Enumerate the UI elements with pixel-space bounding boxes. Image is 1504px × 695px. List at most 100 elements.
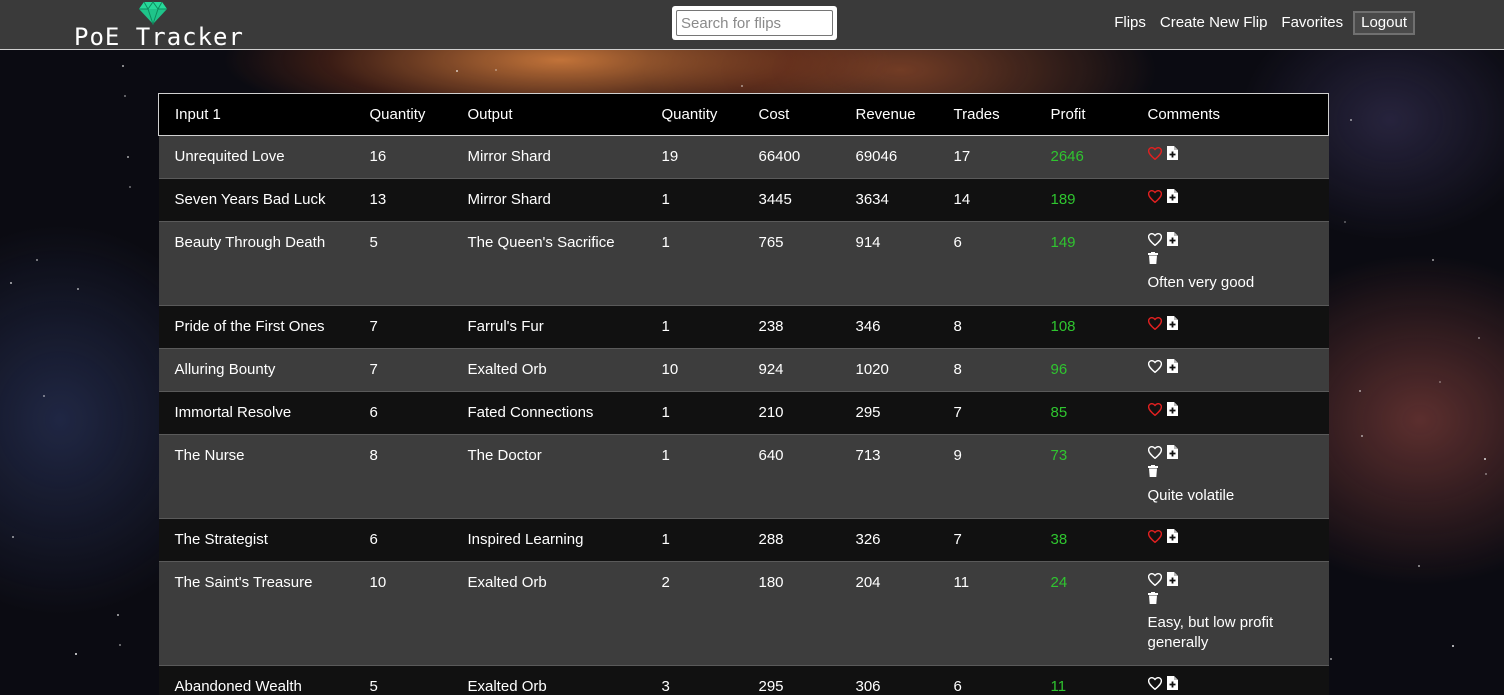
heart-outline-icon[interactable] <box>1147 359 1162 373</box>
cell-profit: 73 <box>1034 434 1132 519</box>
cell-output-quantity: 10 <box>645 348 743 392</box>
heart-outline-icon[interactable] <box>1147 572 1162 586</box>
cell-trades: 17 <box>937 135 1035 179</box>
main-nav: Flips Create New Flip Favorites Logout <box>1107 11 1415 35</box>
cell-cost: 66400 <box>742 135 840 179</box>
cell-input-quantity: 6 <box>353 391 452 435</box>
nav-flips-link[interactable]: Flips <box>1107 11 1153 35</box>
heart-filled-icon[interactable] <box>1147 316 1162 330</box>
cell-comments: Easy, but low profit generally <box>1131 561 1329 666</box>
trash-icon[interactable] <box>1147 464 1313 482</box>
cell-profit: 11 <box>1034 665 1132 695</box>
star <box>117 614 119 616</box>
star <box>1330 658 1332 660</box>
add-comment-icon[interactable] <box>1166 316 1178 330</box>
add-comment-icon[interactable] <box>1166 676 1178 690</box>
cell-output: The Queen's Sacrifice <box>451 221 646 306</box>
column-header-output-quantity[interactable]: Quantity <box>645 93 743 136</box>
cell-cost: 210 <box>742 391 840 435</box>
search-box <box>672 6 837 40</box>
star <box>1344 221 1346 223</box>
cell-output-quantity: 1 <box>645 391 743 435</box>
star <box>741 85 743 87</box>
star <box>10 282 12 284</box>
column-header-input-quantity[interactable]: Quantity <box>353 93 452 136</box>
cell-output: Exalted Orb <box>451 665 646 695</box>
cell-trades: 11 <box>937 561 1035 666</box>
cell-cost: 3445 <box>742 178 840 222</box>
trash-icon[interactable] <box>1147 591 1313 609</box>
trash-icon[interactable] <box>1147 251 1313 269</box>
column-header-comments[interactable]: Comments <box>1131 93 1329 136</box>
heart-filled-icon[interactable] <box>1147 189 1162 203</box>
column-header-output[interactable]: Output <box>451 93 646 136</box>
cell-cost: 238 <box>742 305 840 349</box>
table-body: Unrequited Love 16 Mirror Shard 19 66400 6904… <box>158 135 1329 695</box>
add-comment-icon[interactable] <box>1166 232 1178 246</box>
column-header-input[interactable]: Input 1 <box>158 93 354 136</box>
table-row: The Strategist 6 Inspired Learning 1 288 326 7… <box>158 518 1329 562</box>
add-comment-icon[interactable] <box>1166 445 1178 459</box>
table-row: The Nurse 8 The Doctor 1 640 713 9 73 Quite vola… <box>158 434 1329 519</box>
heart-outline-icon[interactable] <box>1147 232 1162 246</box>
add-comment-icon[interactable] <box>1166 529 1178 543</box>
add-comment-icon[interactable] <box>1166 572 1178 586</box>
comment-text: Quite volatile <box>1147 487 1235 504</box>
add-comment-icon[interactable] <box>1166 146 1178 160</box>
cell-input: Immortal Resolve <box>158 391 354 435</box>
column-header-trades[interactable]: Trades <box>937 93 1035 136</box>
heart-filled-icon[interactable] <box>1147 146 1162 160</box>
cell-input: Unrequited Love <box>158 135 354 179</box>
cell-output-quantity: 1 <box>645 518 743 562</box>
table-row: Immortal Resolve 6 Fated Connections 1 210 29… <box>158 391 1329 435</box>
cell-profit: 2646 <box>1034 135 1132 179</box>
cell-comments <box>1131 135 1329 179</box>
row-actions <box>1147 528 1313 544</box>
column-header-profit[interactable]: Profit <box>1034 93 1132 136</box>
heart-outline-icon[interactable] <box>1147 676 1162 690</box>
star <box>1418 565 1420 567</box>
cell-trades: 7 <box>937 518 1035 562</box>
nav-create-flip-link[interactable]: Create New Flip <box>1153 11 1275 35</box>
top-navbar: PoE Tracker Flips Create New Flip Favori… <box>0 0 1504 50</box>
cell-input-quantity: 8 <box>353 434 452 519</box>
cell-output: Mirror Shard <box>451 135 646 179</box>
add-comment-icon[interactable] <box>1166 402 1178 416</box>
star <box>1432 259 1434 261</box>
logout-button[interactable]: Logout <box>1353 11 1415 35</box>
cell-revenue: 3634 <box>839 178 938 222</box>
cell-profit: 24 <box>1034 561 1132 666</box>
column-header-revenue[interactable]: Revenue <box>839 93 938 136</box>
star <box>1485 473 1487 475</box>
add-comment-icon[interactable] <box>1166 359 1178 373</box>
heart-outline-icon[interactable] <box>1147 445 1162 459</box>
heart-filled-icon[interactable] <box>1147 402 1162 416</box>
cell-cost: 288 <box>742 518 840 562</box>
table-row: The Saint's Treasure 10 Exalted Orb 2 180 204… <box>158 561 1329 666</box>
cell-comments: Often very good <box>1131 221 1329 306</box>
star <box>122 65 124 67</box>
cell-trades: 9 <box>937 434 1035 519</box>
cell-input: The Saint's Treasure <box>158 561 354 666</box>
cell-cost: 295 <box>742 665 840 695</box>
cell-trades: 6 <box>937 665 1035 695</box>
row-actions <box>1147 358 1313 374</box>
search-input[interactable] <box>676 10 833 36</box>
row-actions <box>1147 315 1313 331</box>
cell-trades: 6 <box>937 221 1035 306</box>
logo-text: PoE Tracker <box>74 23 244 51</box>
add-comment-icon[interactable] <box>1166 189 1178 203</box>
nav-favorites-link[interactable]: Favorites <box>1274 11 1350 35</box>
table-row: Beauty Through Death 5 The Queen's Sacrifi… <box>158 221 1329 306</box>
cell-cost: 765 <box>742 221 840 306</box>
column-header-cost[interactable]: Cost <box>742 93 840 136</box>
row-actions <box>1147 401 1313 417</box>
cell-input-quantity: 5 <box>353 665 452 695</box>
cell-revenue: 295 <box>839 391 938 435</box>
heart-filled-icon[interactable] <box>1147 529 1162 543</box>
cell-input: Beauty Through Death <box>158 221 354 306</box>
cell-output-quantity: 1 <box>645 434 743 519</box>
app-logo[interactable]: PoE Tracker <box>74 0 243 50</box>
cell-output: The Doctor <box>451 434 646 519</box>
row-actions <box>1147 571 1313 587</box>
